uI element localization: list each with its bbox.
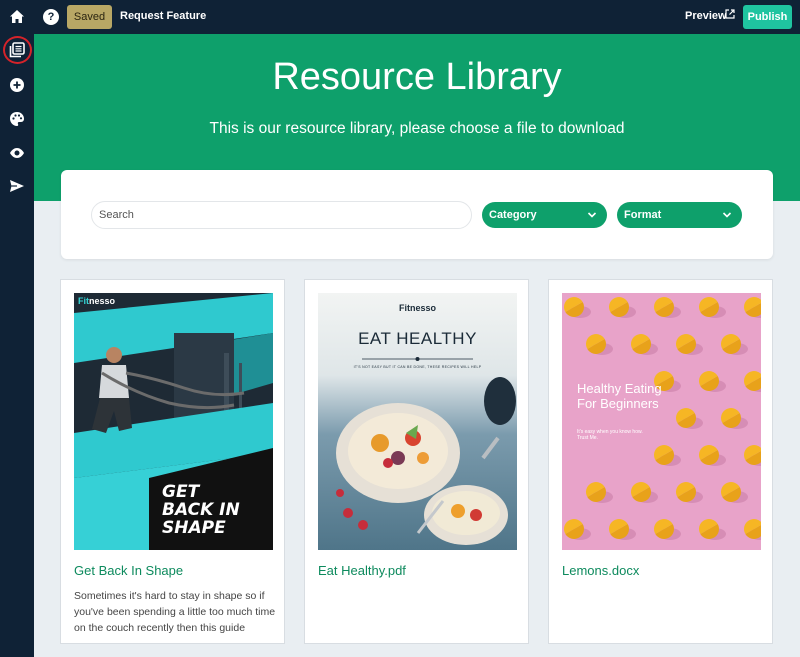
- cover-headline-line: SHAPE: [162, 518, 226, 538]
- preview-link[interactable]: Preview: [685, 10, 727, 22]
- cover-divider: [362, 357, 473, 361]
- lemon-shape: [699, 445, 726, 466]
- lemon-shape: [586, 482, 613, 503]
- resource-description: Sometimes it's hard to stay in shape so …: [74, 590, 276, 634]
- lemon-shape: [586, 334, 613, 355]
- saved-status-button[interactable]: Saved: [67, 5, 112, 29]
- resource-thumbnail[interactable]: Fitnesso GET BACK IN SHAPE: [74, 293, 273, 550]
- cover-brand-suffix: nesso: [89, 296, 116, 306]
- page-subtitle: This is our resource library, please cho…: [209, 120, 625, 137]
- home-icon[interactable]: [8, 8, 26, 26]
- lemon-shape: [609, 297, 636, 318]
- resource-title-link[interactable]: Get Back In Shape: [74, 563, 183, 578]
- resource-card[interactable]: Fitnesso GET BACK IN SHAPE Get Back In S…: [60, 279, 285, 644]
- external-link-icon: [725, 9, 735, 19]
- cover-headline-line: GET: [162, 482, 200, 502]
- category-dropdown-label: Category: [489, 209, 537, 221]
- category-dropdown[interactable]: Category: [482, 202, 607, 228]
- lemon-pattern-art: [564, 297, 761, 540]
- lemon-shape: [564, 297, 591, 318]
- resource-card[interactable]: Fitnesso EAT HEALTHY IT'S NOT EASY BUT I…: [304, 279, 529, 644]
- top-bar: ? Saved Request Feature Preview Publish: [0, 0, 800, 34]
- format-dropdown-label: Format: [624, 209, 662, 221]
- cover-headline: Healthy Eating For Beginners: [577, 381, 662, 411]
- chevron-down-icon: [722, 212, 732, 218]
- lemon-shape: [654, 297, 681, 318]
- lemon-shape: [631, 482, 658, 503]
- lemon-shape: [564, 519, 591, 540]
- lemon-shape: [721, 408, 748, 429]
- help-icon[interactable]: ?: [43, 9, 59, 25]
- lemon-shape: [676, 482, 703, 503]
- cover-brand: Fitnesso: [398, 303, 436, 313]
- publish-button[interactable]: Publish: [743, 5, 792, 29]
- send-icon[interactable]: [9, 178, 25, 194]
- lemon-shape: [744, 519, 761, 540]
- lemon-shape: [721, 334, 748, 355]
- add-icon[interactable]: [9, 77, 25, 93]
- chevron-down-icon: [587, 212, 597, 218]
- filter-panel: Category Format: [61, 170, 773, 259]
- resource-title-link[interactable]: Lemons.docx: [562, 563, 639, 578]
- resource-title-link[interactable]: Eat Healthy.pdf: [318, 563, 406, 578]
- lemon-shape: [699, 371, 726, 392]
- resource-card[interactable]: Healthy Eating For Beginners It's easy w…: [548, 279, 773, 644]
- highlight-circle: [3, 36, 32, 64]
- format-dropdown[interactable]: Format: [617, 202, 742, 228]
- cover-tagline: IT'S NOT EASY BUT IT CAN BE DONE, THESE …: [353, 365, 482, 369]
- lemon-shape: [699, 519, 726, 540]
- lemon-shape: [721, 482, 748, 503]
- lemon-shape: [744, 371, 761, 392]
- cover-headline: EAT HEALTHY: [358, 329, 477, 348]
- cover-headline-line: BACK IN: [162, 500, 240, 520]
- search-input[interactable]: [91, 201, 472, 229]
- lemon-shape: [631, 334, 658, 355]
- sidebar: [0, 34, 34, 657]
- cover-subtext: It's easy when you know how. Trust Me.: [577, 429, 643, 441]
- request-feature-link[interactable]: Request Feature: [120, 10, 206, 22]
- lemon-shape: [699, 297, 726, 318]
- lemon-shape: [654, 445, 681, 466]
- cover-brand: Fitnesso: [78, 296, 115, 306]
- eye-icon[interactable]: [9, 145, 25, 161]
- resource-thumbnail[interactable]: Fitnesso EAT HEALTHY IT'S NOT EASY BUT I…: [318, 293, 517, 550]
- palette-icon[interactable]: [9, 111, 25, 127]
- lemon-shape: [744, 445, 761, 466]
- cover-headline: GET BACK IN SHAPE: [162, 483, 240, 537]
- lemon-shape: [676, 334, 703, 355]
- lemon-shape: [654, 519, 681, 540]
- cover-brand-prefix: Fit: [78, 296, 89, 306]
- lemon-shape: [744, 297, 761, 318]
- page-title: Resource Library: [272, 56, 562, 98]
- resource-thumbnail[interactable]: Healthy Eating For Beginners It's easy w…: [562, 293, 761, 550]
- lemon-shape: [609, 519, 636, 540]
